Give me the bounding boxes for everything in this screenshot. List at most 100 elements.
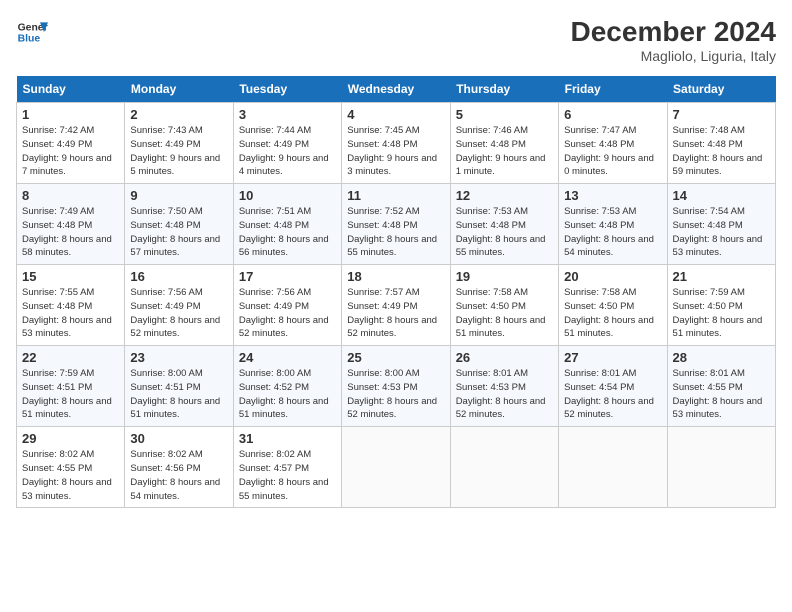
weekday-header-wednesday: Wednesday — [342, 76, 450, 103]
calendar-cell: 31Sunrise: 8:02 AMSunset: 4:57 PMDayligh… — [233, 427, 341, 508]
calendar-cell: 25Sunrise: 8:00 AMSunset: 4:53 PMDayligh… — [342, 346, 450, 427]
day-number: 26 — [456, 350, 553, 365]
calendar-cell: 29Sunrise: 8:02 AMSunset: 4:55 PMDayligh… — [17, 427, 125, 508]
day-detail: Sunrise: 7:44 AMSunset: 4:49 PMDaylight:… — [239, 124, 336, 179]
calendar-cell: 8 Sunrise: 7:49 AMSunset: 4:48 PMDaylight… — [17, 184, 125, 265]
day-detail: Sunrise: 7:56 AMSunset: 4:49 PMDaylight:… — [239, 286, 336, 341]
day-detail: Sunrise: 7:58 AMSunset: 4:50 PMDaylight:… — [564, 286, 661, 341]
day-number: 5 — [456, 107, 553, 122]
day-detail: Sunrise: 7:52 AMSunset: 4:48 PMDaylight:… — [347, 205, 444, 260]
day-number: 9 — [130, 188, 227, 203]
day-detail: Sunrise: 7:47 AMSunset: 4:48 PMDaylight:… — [564, 124, 661, 179]
day-number: 20 — [564, 269, 661, 284]
day-detail: Sunrise: 8:00 AMSunset: 4:53 PMDaylight:… — [347, 367, 444, 422]
calendar-cell: 15 Sunrise: 7:55 AMSunset: 4:48 PMDayligh… — [17, 265, 125, 346]
calendar-cell: 9Sunrise: 7:50 AMSunset: 4:48 PMDaylight… — [125, 184, 233, 265]
month-title: December 2024 — [571, 16, 776, 48]
weekday-header-monday: Monday — [125, 76, 233, 103]
calendar-week-2: 8 Sunrise: 7:49 AMSunset: 4:48 PMDaylight… — [17, 184, 776, 265]
calendar-cell: 24 Sunrise: 8:00 AMSunset: 4:52 PMDayligh… — [233, 346, 341, 427]
calendar-cell: 21 Sunrise: 7:59 AMSunset: 4:50 PMDayligh… — [667, 265, 775, 346]
calendar-cell: 3 Sunrise: 7:44 AMSunset: 4:49 PMDaylight… — [233, 103, 341, 184]
calendar-cell — [667, 427, 775, 508]
day-number: 24 — [239, 350, 336, 365]
day-detail: Sunrise: 8:01 AMSunset: 4:53 PMDaylight:… — [456, 367, 553, 422]
day-detail: Sunrise: 8:02 AMSunset: 4:56 PMDaylight:… — [130, 448, 227, 503]
day-number: 31 — [239, 431, 336, 446]
calendar-cell: 2Sunrise: 7:43 AMSunset: 4:49 PMDaylight… — [125, 103, 233, 184]
weekday-header-tuesday: Tuesday — [233, 76, 341, 103]
calendar-cell: 12 Sunrise: 7:53 AMSunset: 4:48 PMDayligh… — [450, 184, 558, 265]
calendar-cell: 27 Sunrise: 8:01 AMSunset: 4:54 PMDayligh… — [559, 346, 667, 427]
calendar-cell: 20 Sunrise: 7:58 AMSunset: 4:50 PMDayligh… — [559, 265, 667, 346]
day-detail: Sunrise: 7:48 AMSunset: 4:48 PMDaylight:… — [673, 124, 770, 179]
day-number: 27 — [564, 350, 661, 365]
day-detail: Sunrise: 7:46 AMSunset: 4:48 PMDaylight:… — [456, 124, 553, 179]
day-number: 28 — [673, 350, 770, 365]
calendar-cell: 30 Sunrise: 8:02 AMSunset: 4:56 PMDayligh… — [125, 427, 233, 508]
weekday-header-row: SundayMondayTuesdayWednesdayThursdayFrid… — [17, 76, 776, 103]
calendar-week-3: 15 Sunrise: 7:55 AMSunset: 4:48 PMDayligh… — [17, 265, 776, 346]
day-number: 15 — [22, 269, 119, 284]
day-detail: Sunrise: 7:51 AMSunset: 4:48 PMDaylight:… — [239, 205, 336, 260]
day-number: 10 — [239, 188, 336, 203]
logo: General Blue — [16, 16, 48, 48]
calendar-cell: 23Sunrise: 8:00 AMSunset: 4:51 PMDayligh… — [125, 346, 233, 427]
calendar-cell: 16 Sunrise: 7:56 AMSunset: 4:49 PMDayligh… — [125, 265, 233, 346]
weekday-header-saturday: Saturday — [667, 76, 775, 103]
day-number: 18 — [347, 269, 444, 284]
day-detail: Sunrise: 7:53 AMSunset: 4:48 PMDaylight:… — [564, 205, 661, 260]
day-number: 30 — [130, 431, 227, 446]
day-detail: Sunrise: 7:42 AMSunset: 4:49 PMDaylight:… — [22, 124, 119, 179]
calendar-cell — [559, 427, 667, 508]
page-header: General Blue December 2024 Magliolo, Lig… — [16, 16, 776, 64]
calendar-cell: 28 Sunrise: 8:01 AMSunset: 4:55 PMDayligh… — [667, 346, 775, 427]
day-detail: Sunrise: 7:55 AMSunset: 4:48 PMDaylight:… — [22, 286, 119, 341]
day-detail: Sunrise: 8:01 AMSunset: 4:55 PMDaylight:… — [673, 367, 770, 422]
calendar-cell: 6 Sunrise: 7:47 AMSunset: 4:48 PMDaylight… — [559, 103, 667, 184]
day-number: 19 — [456, 269, 553, 284]
calendar-week-5: 29Sunrise: 8:02 AMSunset: 4:55 PMDayligh… — [17, 427, 776, 508]
day-number: 6 — [564, 107, 661, 122]
calendar-table: SundayMondayTuesdayWednesdayThursdayFrid… — [16, 76, 776, 508]
calendar-week-4: 22Sunrise: 7:59 AMSunset: 4:51 PMDayligh… — [17, 346, 776, 427]
weekday-header-thursday: Thursday — [450, 76, 558, 103]
day-detail: Sunrise: 7:59 AMSunset: 4:50 PMDaylight:… — [673, 286, 770, 341]
day-number: 3 — [239, 107, 336, 122]
day-detail: Sunrise: 7:54 AMSunset: 4:48 PMDaylight:… — [673, 205, 770, 260]
calendar-cell: 1 Sunrise: 7:42 AMSunset: 4:49 PMDaylight… — [17, 103, 125, 184]
weekday-header-friday: Friday — [559, 76, 667, 103]
day-detail: Sunrise: 7:56 AMSunset: 4:49 PMDaylight:… — [130, 286, 227, 341]
day-number: 21 — [673, 269, 770, 284]
calendar-cell: 22Sunrise: 7:59 AMSunset: 4:51 PMDayligh… — [17, 346, 125, 427]
day-detail: Sunrise: 7:57 AMSunset: 4:49 PMDaylight:… — [347, 286, 444, 341]
calendar-cell: 7 Sunrise: 7:48 AMSunset: 4:48 PMDaylight… — [667, 103, 775, 184]
day-detail: Sunrise: 7:45 AMSunset: 4:48 PMDaylight:… — [347, 124, 444, 179]
day-number: 14 — [673, 188, 770, 203]
day-detail: Sunrise: 7:58 AMSunset: 4:50 PMDaylight:… — [456, 286, 553, 341]
calendar-cell: 18 Sunrise: 7:57 AMSunset: 4:49 PMDayligh… — [342, 265, 450, 346]
day-detail: Sunrise: 8:00 AMSunset: 4:52 PMDaylight:… — [239, 367, 336, 422]
day-detail: Sunrise: 8:01 AMSunset: 4:54 PMDaylight:… — [564, 367, 661, 422]
day-number: 8 — [22, 188, 119, 203]
day-number: 29 — [22, 431, 119, 446]
calendar-week-1: 1 Sunrise: 7:42 AMSunset: 4:49 PMDaylight… — [17, 103, 776, 184]
calendar-cell: 26 Sunrise: 8:01 AMSunset: 4:53 PMDayligh… — [450, 346, 558, 427]
day-number: 13 — [564, 188, 661, 203]
day-number: 1 — [22, 107, 119, 122]
calendar-cell: 11 Sunrise: 7:52 AMSunset: 4:48 PMDayligh… — [342, 184, 450, 265]
day-detail: Sunrise: 7:53 AMSunset: 4:48 PMDaylight:… — [456, 205, 553, 260]
day-number: 11 — [347, 188, 444, 203]
calendar-cell: 13 Sunrise: 7:53 AMSunset: 4:48 PMDayligh… — [559, 184, 667, 265]
weekday-header-sunday: Sunday — [17, 76, 125, 103]
day-detail: Sunrise: 7:49 AMSunset: 4:48 PMDaylight:… — [22, 205, 119, 260]
day-number: 16 — [130, 269, 227, 284]
calendar-cell: 17Sunrise: 7:56 AMSunset: 4:49 PMDayligh… — [233, 265, 341, 346]
calendar-cell: 14 Sunrise: 7:54 AMSunset: 4:48 PMDayligh… — [667, 184, 775, 265]
day-number: 7 — [673, 107, 770, 122]
day-number: 12 — [456, 188, 553, 203]
logo-icon: General Blue — [16, 16, 48, 48]
svg-text:Blue: Blue — [18, 34, 41, 45]
title-block: December 2024 Magliolo, Liguria, Italy — [571, 16, 776, 64]
location: Magliolo, Liguria, Italy — [571, 48, 776, 64]
